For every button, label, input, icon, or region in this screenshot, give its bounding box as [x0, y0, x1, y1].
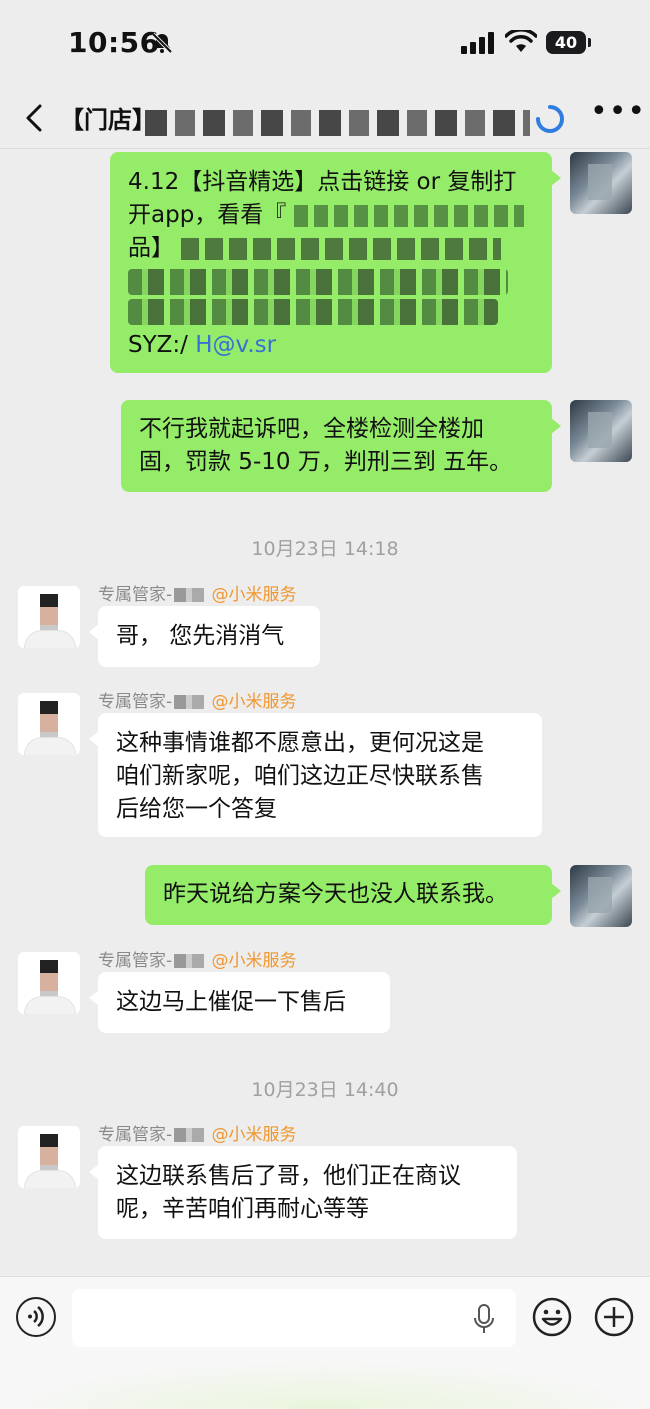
plus-icon[interactable] — [594, 1297, 634, 1337]
sender-prefix: 专属管家- — [98, 1125, 173, 1145]
voice-glyph — [28, 1306, 44, 1327]
message-bubble-other[interactable]: 哥， 您先消消气 — [89, 606, 320, 667]
sender-org: @小米服务 — [211, 585, 297, 605]
message-text: 品】 — [128, 235, 174, 261]
message-line: 固，罚款 5-10 万，判刑三到 五年。 — [139, 449, 513, 475]
message-timestamp: 10月23日 14:40 — [251, 1079, 399, 1101]
chat-header: 【门店】 ••• — [0, 88, 650, 149]
self-avatar[interactable] — [570, 400, 632, 462]
redacted-text — [293, 204, 524, 227]
message-bubble-other[interactable]: 这种事情谁都不愿意出，更何况这是 咱们新家呢，咱们这边正尽快联系售 后给您一个答… — [89, 713, 542, 837]
signal-icon — [461, 32, 494, 54]
sender-name: 专属管家- @小米服务 — [98, 580, 297, 605]
sender-name: 专属管家- @小米服务 — [98, 1120, 297, 1145]
battery-cap — [588, 38, 591, 47]
sender-org: @小米服务 — [211, 951, 297, 971]
avatar-shoulder — [24, 630, 76, 648]
message-timestamp: 10月23日 14:18 — [251, 538, 399, 560]
self-avatar[interactable] — [570, 152, 632, 214]
chat-screen: { "status_bar": { "time": "10:56", "batt… — [0, 0, 650, 1409]
message-bubble-self[interactable]: 4.12【抖音精选】点击链接 or 复制打 开app，看看『 品】 SYZ:/ … — [110, 152, 561, 373]
avatar-shoulder — [24, 996, 76, 1014]
sender-prefix: 专属管家- — [98, 951, 173, 971]
agent-avatar[interactable] — [18, 1126, 80, 1188]
status-bar: 10:56 40 — [0, 0, 650, 88]
message-line: 昨天说给方案今天也没人联系我。 — [163, 881, 508, 907]
sender-redacted — [174, 588, 205, 602]
message-bubble-self[interactable]: 昨天说给方案今天也没人联系我。 — [145, 865, 561, 925]
agent-avatar[interactable] — [18, 693, 80, 755]
sender-prefix: 专属管家- — [98, 585, 173, 605]
redacted-line — [128, 299, 498, 325]
message-bubble-self[interactable]: 不行我就起诉吧，全楼检测全楼加 固，罚款 5-10 万，判刑三到 五年。 — [121, 400, 561, 492]
message-input[interactable] — [72, 1289, 516, 1347]
sender-redacted — [174, 695, 205, 709]
sender-org: @小米服务 — [211, 1125, 297, 1145]
wifi-icon — [505, 30, 537, 52]
message-bubble-other[interactable]: 这边马上催促一下售后 — [89, 972, 390, 1033]
sender-prefix: 专属管家- — [98, 692, 173, 712]
message-code: SYZ:/ — [128, 332, 188, 358]
bell-muted-icon — [151, 32, 173, 54]
mic-icon[interactable] — [472, 1304, 496, 1334]
sender-redacted — [174, 1128, 205, 1142]
sender-redacted — [174, 954, 205, 968]
sender-name: 专属管家- @小米服务 — [98, 946, 297, 971]
avatar-shoulder — [24, 737, 76, 755]
redacted-text — [181, 237, 502, 260]
agent-avatar[interactable] — [18, 586, 80, 648]
title-redacted — [145, 110, 530, 136]
battery-indicator: 40 — [546, 31, 586, 54]
message-line: 呢，辛苦咱们再耐心等等 — [116, 1196, 369, 1222]
message-link[interactable]: H@v.sr — [195, 332, 276, 358]
message-line: 后给您一个答复 — [116, 796, 277, 822]
home-indicator-area — [0, 1360, 650, 1409]
message-line: 开app，看看『 — [128, 199, 534, 232]
avatar-shoulder — [24, 1170, 76, 1188]
loading-icon — [536, 105, 564, 133]
message-line: 咱们新家呢，咱们这边正尽快联系售 — [116, 763, 484, 789]
voice-icon[interactable] — [16, 1297, 56, 1337]
sender-name: 专属管家- @小米服务 — [98, 687, 297, 712]
chevron-left-icon[interactable] — [18, 100, 54, 136]
message-line: 哥， 您先消消气 — [116, 623, 285, 649]
emoji-icon[interactable] — [532, 1297, 572, 1337]
message-line: 这边联系售后了哥，他们正在商议 — [116, 1163, 461, 1189]
message-bubble-other[interactable]: 这边联系售后了哥，他们正在商议 呢，辛苦咱们再耐心等等 — [89, 1146, 517, 1239]
message-line: 品】 — [128, 232, 534, 265]
message-line: 不行我就起诉吧，全楼检测全楼加 — [139, 416, 484, 442]
more-icon[interactable]: ••• — [590, 97, 645, 132]
redacted-line — [128, 269, 508, 295]
sender-org: @小米服务 — [211, 692, 297, 712]
status-time: 10:56 — [68, 26, 160, 59]
message-text: 开app，看看『 — [128, 202, 287, 228]
message-line: SYZ:/ H@v.sr — [128, 329, 534, 362]
message-line: 这边马上催促一下售后 — [116, 989, 346, 1015]
agent-avatar[interactable] — [18, 952, 80, 1014]
message-line: 这种事情谁都不愿意出，更何况这是 — [116, 730, 484, 756]
message-line: 4.12【抖音精选】点击链接 or 复制打 — [128, 169, 517, 195]
self-avatar[interactable] — [570, 865, 632, 927]
